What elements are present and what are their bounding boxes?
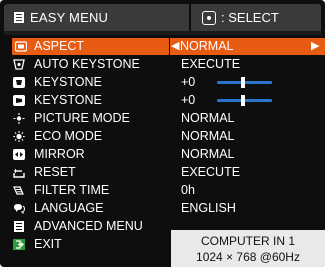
input-resolution: 1024 × 768 @60Hz: [196, 250, 300, 264]
menu-item-label: KEYSTONE: [34, 93, 102, 107]
menu-item-filter-time[interactable]: FILTER TIME 0h: [0, 182, 325, 199]
menu-item-value: NORMAL: [181, 111, 235, 125]
auto-keystone-icon: [13, 59, 25, 70]
arrow-right-icon[interactable]: ▶: [311, 39, 319, 52]
menu-item-value: EXECUTE: [181, 165, 241, 179]
menu-item-value: NORMAL: [181, 147, 235, 161]
menu-item-label: ECO MODE: [34, 129, 103, 143]
menu-item-reset[interactable]: RESET EXECUTE: [0, 164, 325, 181]
select-button-icon: [202, 11, 216, 25]
input-signal-info: COMPUTER IN 1 1024 × 768 @60Hz: [171, 230, 325, 267]
filter-time-icon: [13, 186, 24, 195]
reset-icon: [13, 168, 25, 178]
mirror-icon: [13, 149, 25, 160]
menu-title-bar: EASY MENU: [4, 4, 189, 31]
menu-item-value: +0: [181, 93, 196, 107]
keystone-slider-thumb[interactable]: [241, 95, 245, 106]
picture-mode-icon: [13, 113, 25, 124]
menu-item-label: EXIT: [34, 237, 62, 251]
keystone-slider-thumb[interactable]: [241, 77, 245, 88]
menu-item-label: FILTER TIME: [34, 183, 110, 197]
menu-item-eco-mode[interactable]: ECO MODE NORMAL: [0, 128, 325, 145]
menu-item-language[interactable]: LANGUAGE ENGLISH: [0, 200, 325, 217]
menu-item-label: RESET: [34, 165, 76, 179]
exit-icon: [13, 239, 25, 250]
menu-item-label: AUTO KEYSTONE: [34, 57, 140, 71]
menu-item-value: NORMAL: [181, 129, 235, 143]
menu-item-label: MIRROR: [34, 147, 85, 161]
horizontal-keystone-icon: [13, 95, 25, 106]
menu-item-auto-keystone[interactable]: AUTO KEYSTONE EXECUTE: [0, 56, 325, 73]
projector-osd-menu: EASY MENU : SELECT ASPECT ◀ NORMAL ▶ AUT…: [0, 0, 325, 267]
menu-item-value: NORMAL: [180, 39, 234, 53]
menu-list-icon: [14, 12, 24, 23]
advanced-menu-icon: [14, 221, 24, 232]
arrow-left-icon[interactable]: ◀: [171, 39, 179, 52]
menu-item-label: LANGUAGE: [34, 201, 104, 215]
menu-item-value: ENGLISH: [181, 201, 236, 215]
menu-item-value: EXECUTE: [181, 57, 241, 71]
menu-item-keystone-vertical[interactable]: KEYSTONE +0: [0, 74, 325, 91]
menu-item-label: ADVANCED MENU: [34, 219, 143, 233]
menu-item-label: PICTURE MODE: [34, 111, 130, 125]
select-hint-text: : SELECT: [221, 10, 279, 25]
select-hint: : SELECT: [191, 4, 321, 31]
menu-item-picture-mode[interactable]: PICTURE MODE NORMAL: [0, 110, 325, 127]
vertical-keystone-icon: [13, 77, 25, 88]
menu-item-mirror[interactable]: MIRROR NORMAL: [0, 146, 325, 163]
menu-item-keystone-horizontal[interactable]: KEYSTONE +0: [0, 92, 325, 109]
aspect-icon: [15, 41, 27, 52]
menu-item-value: 0h: [181, 183, 195, 197]
menu-item-label: KEYSTONE: [34, 75, 102, 89]
header-divider: [4, 31, 321, 35]
menu-item-aspect[interactable]: ASPECT ◀ NORMAL ▶: [0, 38, 325, 55]
menu-title: EASY MENU: [30, 10, 109, 25]
menu-item-label: ASPECT: [34, 39, 85, 53]
input-source: COMPUTER IN 1: [200, 234, 295, 248]
eco-mode-icon: [13, 131, 25, 142]
menu-item-value: +0: [181, 75, 196, 89]
language-icon: [14, 204, 25, 214]
